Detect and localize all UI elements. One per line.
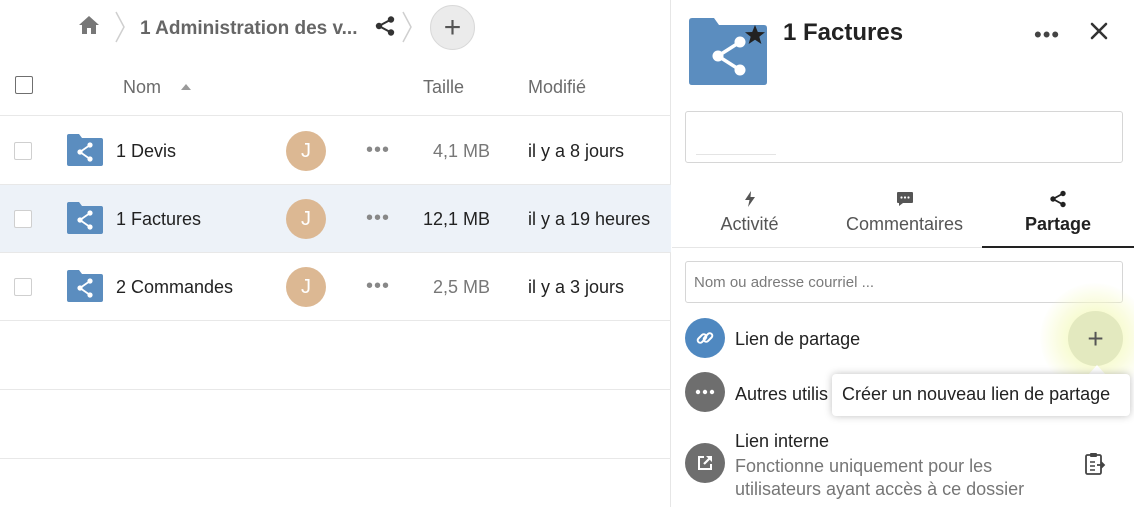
share-icon (1050, 190, 1066, 208)
tab-label: Activité (720, 214, 779, 234)
file-list-panel: 1 Administration des v... + Nom Taille M… (0, 0, 671, 507)
file-modified: il y a 3 jours (528, 277, 625, 297)
shared-folder-icon (67, 270, 103, 302)
comment-icon (896, 192, 913, 206)
shared-folder-icon (67, 202, 103, 234)
sidebar-tabs: Activité Commentaires Partage (672, 182, 1134, 248)
file-modified: il y a 19 heures (528, 209, 651, 229)
file-list-header: Nom Taille Modifié (0, 62, 671, 116)
tab-label: Commentaires (845, 214, 964, 234)
table-row[interactable]: 1 Factures J ••• 12,1 MB il y a 19 heure… (0, 185, 671, 253)
file-size: 12,1 MB (422, 209, 490, 229)
select-all-checkbox[interactable] (15, 76, 33, 94)
tooltip: Créer un nouveau lien de partage (832, 374, 1130, 416)
lightning-icon (744, 191, 755, 207)
favorite-star-icon[interactable] (744, 24, 766, 46)
row-checkbox[interactable] (14, 210, 32, 228)
details-sidebar: 1 Factures ••• Activité Commentaires Par… (672, 0, 1134, 507)
tab-label: Partage (1024, 214, 1092, 234)
breadcrumb-separator-icon (115, 11, 125, 43)
external-link-icon (685, 443, 725, 483)
more-actions-icon[interactable]: ••• (366, 275, 390, 298)
internal-link-title: Lien interne (735, 431, 830, 451)
column-header-size[interactable]: Taille (423, 77, 464, 98)
file-modified: il y a 8 jours (528, 141, 625, 161)
table-row[interactable]: 2 Commandes J ••• 2,5 MB il y a 3 jours (0, 253, 671, 321)
sidebar-title: 1 Factures (783, 19, 904, 46)
avatar[interactable]: J (286, 199, 326, 239)
tab-comments[interactable]: Commentaires (827, 182, 982, 248)
file-name[interactable]: 1 Devis (116, 141, 176, 162)
more-options-icon[interactable]: ••• (1034, 22, 1060, 48)
home-icon[interactable] (78, 14, 100, 36)
tab-activity[interactable]: Activité (672, 182, 827, 248)
file-name[interactable]: 1 Factures (116, 209, 201, 230)
row-checkbox[interactable] (14, 278, 32, 296)
description-underline (696, 154, 776, 155)
table-row[interactable]: 1 Devis J ••• 4,1 MB il y a 8 jours (0, 117, 671, 185)
avatar[interactable]: J (286, 131, 326, 171)
row-checkbox[interactable] (14, 142, 32, 160)
description-field[interactable] (685, 111, 1123, 163)
more-icon (685, 372, 725, 412)
close-icon[interactable] (1088, 20, 1110, 42)
link-icon (685, 318, 725, 358)
breadcrumb: 1 Administration des v... + (0, 0, 671, 56)
more-actions-icon[interactable]: ••• (366, 207, 390, 230)
new-file-button[interactable]: + (430, 5, 475, 50)
breadcrumb-current-folder[interactable]: 1 Administration des v... (140, 18, 358, 40)
internal-link-description: Fonctionne uniquement pour les utilisate… (735, 456, 1025, 499)
file-name[interactable]: 2 Commandes (116, 277, 233, 298)
divider (0, 458, 671, 459)
column-header-modified[interactable]: Modifié (528, 77, 586, 98)
clipboard-icon[interactable] (1084, 452, 1106, 476)
tab-sharing[interactable]: Partage (982, 182, 1134, 248)
column-header-name[interactable]: Nom (123, 77, 161, 98)
divider (0, 389, 671, 390)
sort-ascending-icon (181, 84, 191, 90)
file-size: 2,5 MB (432, 277, 490, 297)
file-size: 4,1 MB (432, 141, 490, 161)
add-share-link-button[interactable]: + (1068, 311, 1123, 366)
breadcrumb-separator-icon (402, 11, 412, 43)
other-users-label[interactable]: Autres utilis (735, 384, 828, 405)
shared-folder-icon (67, 134, 103, 166)
share-icon[interactable] (374, 15, 396, 37)
more-actions-icon[interactable]: ••• (366, 139, 390, 162)
avatar[interactable]: J (286, 267, 326, 307)
share-link-label: Lien de partage (735, 329, 861, 349)
